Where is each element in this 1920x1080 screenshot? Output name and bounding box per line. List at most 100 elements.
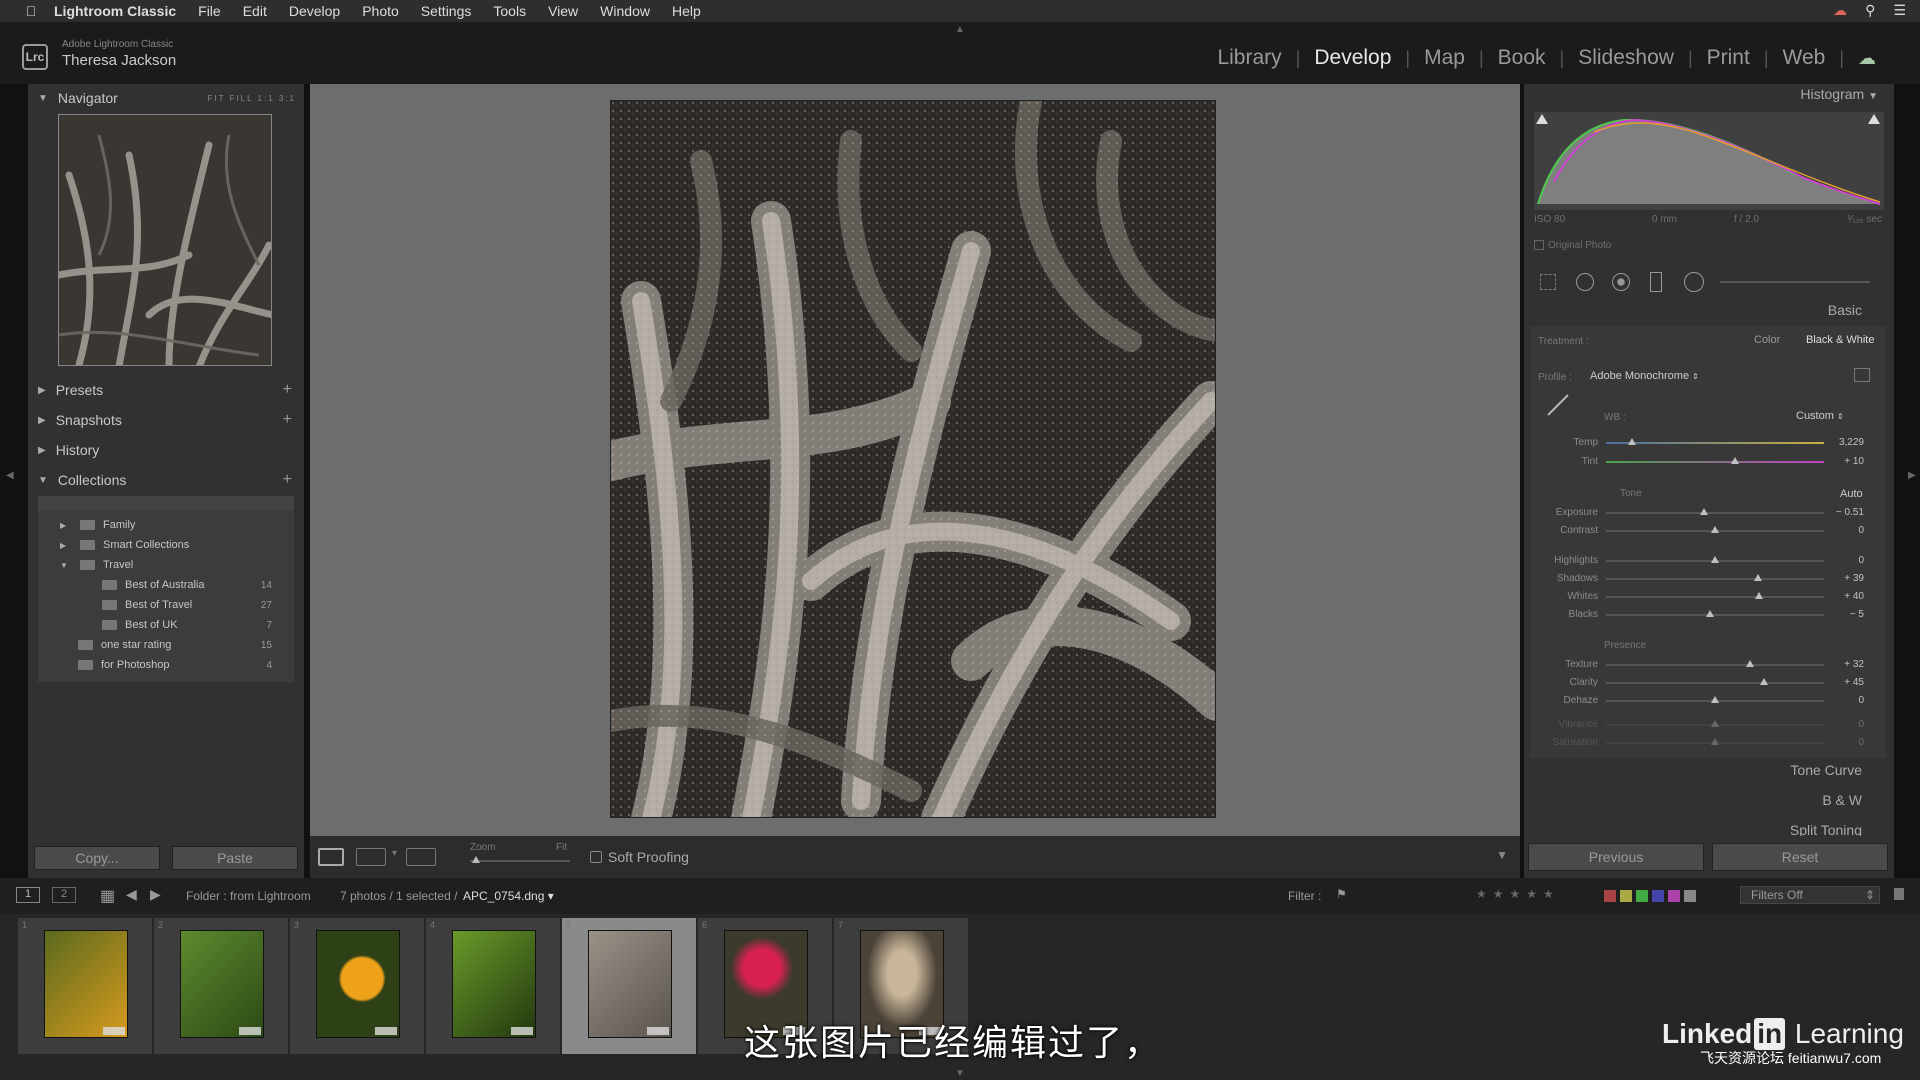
module-library[interactable]: Library xyxy=(1203,46,1295,70)
slider-knob[interactable] xyxy=(1711,696,1719,703)
color-label-filter[interactable] xyxy=(1604,890,1696,902)
secondary-display-button[interactable]: 2 xyxy=(52,887,76,903)
collection-one-star-rating[interactable]: one star rating 15 xyxy=(38,636,294,654)
collection-set-travel[interactable]: ▼ Travel xyxy=(38,556,294,574)
shadows-slider[interactable]: Shadows + 39 xyxy=(1530,570,1886,588)
collection-best-of-uk[interactable]: Best of UK 7 xyxy=(38,616,294,634)
right-panel-toggle[interactable]: ▶ xyxy=(1908,470,1916,481)
menu-file[interactable]: File xyxy=(198,3,221,19)
blacks-slider[interactable]: Blacks − 5 xyxy=(1530,606,1886,624)
histogram[interactable] xyxy=(1534,112,1884,210)
slider-knob[interactable] xyxy=(1705,610,1714,617)
profile-browser-icon[interactable] xyxy=(1854,368,1870,382)
left-panel-toggle[interactable]: ◀ xyxy=(6,470,14,481)
search-icon[interactable]: ⚲ xyxy=(1865,2,1875,19)
module-web[interactable]: Web xyxy=(1769,46,1840,70)
filmstrip-thumbnail[interactable]: 1 xyxy=(18,918,152,1054)
module-develop[interactable]: Develop xyxy=(1300,46,1405,70)
basic-header[interactable]: Basic xyxy=(1530,302,1886,324)
menu-develop[interactable]: Develop xyxy=(289,3,340,19)
slider-value[interactable]: + 39 xyxy=(1844,573,1864,584)
filmstrip-thumbnail[interactable]: 4 xyxy=(426,918,560,1054)
slider-knob[interactable] xyxy=(1760,678,1769,685)
menu-app-name[interactable]: Lightroom Classic xyxy=(54,3,176,19)
module-map[interactable]: Map xyxy=(1410,46,1479,70)
menu-edit[interactable]: Edit xyxy=(243,3,267,19)
whites-slider[interactable]: Whites + 40 xyxy=(1530,588,1886,606)
copy-button[interactable]: Copy... xyxy=(34,846,160,870)
zoom-slider[interactable] xyxy=(470,860,570,862)
rating-filter[interactable]: ★★★★★ xyxy=(1476,887,1560,901)
primary-display-button[interactable]: 1 xyxy=(16,887,40,903)
spot-removal-tool-icon[interactable] xyxy=(1576,273,1594,291)
split-toning-header[interactable]: Split Toning xyxy=(1530,822,1886,836)
module-slideshow[interactable]: Slideshow xyxy=(1564,46,1688,70)
grid-view-icon[interactable]: ▦ xyxy=(100,886,115,906)
exposure-slider[interactable]: Exposure − 0.51 xyxy=(1530,504,1886,522)
history-header[interactable]: ▶ History xyxy=(28,436,304,464)
clarity-slider[interactable]: Clarity + 45 xyxy=(1530,674,1886,692)
filmstrip-thumbnail[interactable]: 2 xyxy=(154,918,288,1054)
collections-header[interactable]: ▼ Collections + xyxy=(28,466,304,494)
slider-knob[interactable] xyxy=(1754,592,1763,599)
slider-knob[interactable] xyxy=(1711,738,1719,745)
zoom-fit[interactable]: FIT xyxy=(207,94,225,103)
cloud-sync-icon[interactable]: ☁ xyxy=(1833,2,1847,19)
slider-knob[interactable] xyxy=(1730,457,1739,464)
slider-knob[interactable] xyxy=(1711,526,1719,533)
collection-best-of-australia[interactable]: Best of Australia 14 xyxy=(38,576,294,594)
filter-lock-icon[interactable] xyxy=(1894,888,1904,900)
texture-slider[interactable]: Texture + 32 xyxy=(1530,656,1886,674)
filmstrip-thumbnail[interactable]: 5 xyxy=(562,918,696,1054)
before-after-icon[interactable] xyxy=(356,848,386,866)
red-eye-tool-icon[interactable] xyxy=(1612,273,1630,291)
main-photo[interactable] xyxy=(610,100,1216,818)
zoom-1-1[interactable]: 1:1 xyxy=(258,94,275,103)
cloud-icon[interactable]: ☁ xyxy=(1844,48,1890,69)
slider-value[interactable]: 0 xyxy=(1858,525,1864,536)
collection-set-family[interactable]: ▶ Family xyxy=(38,516,294,534)
add-collection-icon[interactable]: + xyxy=(283,471,292,489)
soft-proofing-checkbox[interactable] xyxy=(590,851,602,863)
treatment-color-button[interactable]: Color xyxy=(1754,334,1780,346)
menu-help[interactable]: Help xyxy=(672,3,701,19)
tint-slider[interactable]: Tint + 10 xyxy=(1530,453,1886,471)
menu-view[interactable]: View xyxy=(548,3,578,19)
flag-filter-icon[interactable]: ⚑ xyxy=(1336,887,1347,901)
toolbar-menu-icon[interactable]: ▼ xyxy=(1496,848,1508,862)
zoom-fill[interactable]: FILL xyxy=(230,94,254,103)
slider-value[interactable]: + 45 xyxy=(1844,677,1864,688)
graduated-filter-icon[interactable] xyxy=(1650,272,1662,292)
filters-dropdown[interactable]: Filters Off ⇕ xyxy=(1740,886,1880,904)
presets-header[interactable]: ▶ Presets + xyxy=(28,376,304,404)
radial-filter-icon[interactable] xyxy=(1684,272,1704,292)
apple-icon[interactable]:  xyxy=(18,3,44,19)
top-panel-toggle[interactable]: ▲ xyxy=(955,24,965,35)
zoom-slider-knob[interactable] xyxy=(472,856,480,863)
menu-tools[interactable]: Tools xyxy=(493,3,526,19)
slider-value[interactable]: − 0.51 xyxy=(1836,507,1864,518)
histogram-header[interactable]: Histogram ▼ xyxy=(1530,86,1886,106)
dehaze-slider[interactable]: Dehaze 0 xyxy=(1530,692,1886,710)
navigator-preview[interactable] xyxy=(58,114,272,366)
source-label[interactable]: Folder : from Lightroom xyxy=(186,889,311,903)
bw-header[interactable]: B & W xyxy=(1530,792,1886,814)
slider-knob[interactable] xyxy=(1711,720,1719,727)
menu-photo[interactable]: Photo xyxy=(362,3,399,19)
filename-dropdown[interactable]: APC_0754.dng ▾ xyxy=(463,889,554,903)
add-snapshot-icon[interactable]: + xyxy=(283,411,292,429)
menu-settings[interactable]: Settings xyxy=(421,3,472,19)
slider-value[interactable]: 0 xyxy=(1858,555,1864,566)
loupe-view-icon[interactable] xyxy=(318,848,344,866)
back-arrow-icon[interactable]: ◀ xyxy=(126,886,137,903)
slider-value[interactable]: + 40 xyxy=(1844,591,1864,602)
add-preset-icon[interactable]: + xyxy=(283,381,292,399)
slider-value[interactable]: 3,229 xyxy=(1839,437,1864,448)
original-photo-checkbox[interactable] xyxy=(1534,240,1544,251)
slider-knob[interactable] xyxy=(1753,574,1762,581)
filmstrip-thumbnail[interactable]: 3 xyxy=(290,918,424,1054)
zoom-3-1[interactable]: 3:1 xyxy=(279,94,296,103)
temp-slider[interactable]: Temp 3,229 xyxy=(1530,434,1886,452)
collection-set-smart[interactable]: ▶ Smart Collections xyxy=(38,536,294,554)
wb-dropdown[interactable]: Custom ⇕ xyxy=(1796,410,1844,422)
